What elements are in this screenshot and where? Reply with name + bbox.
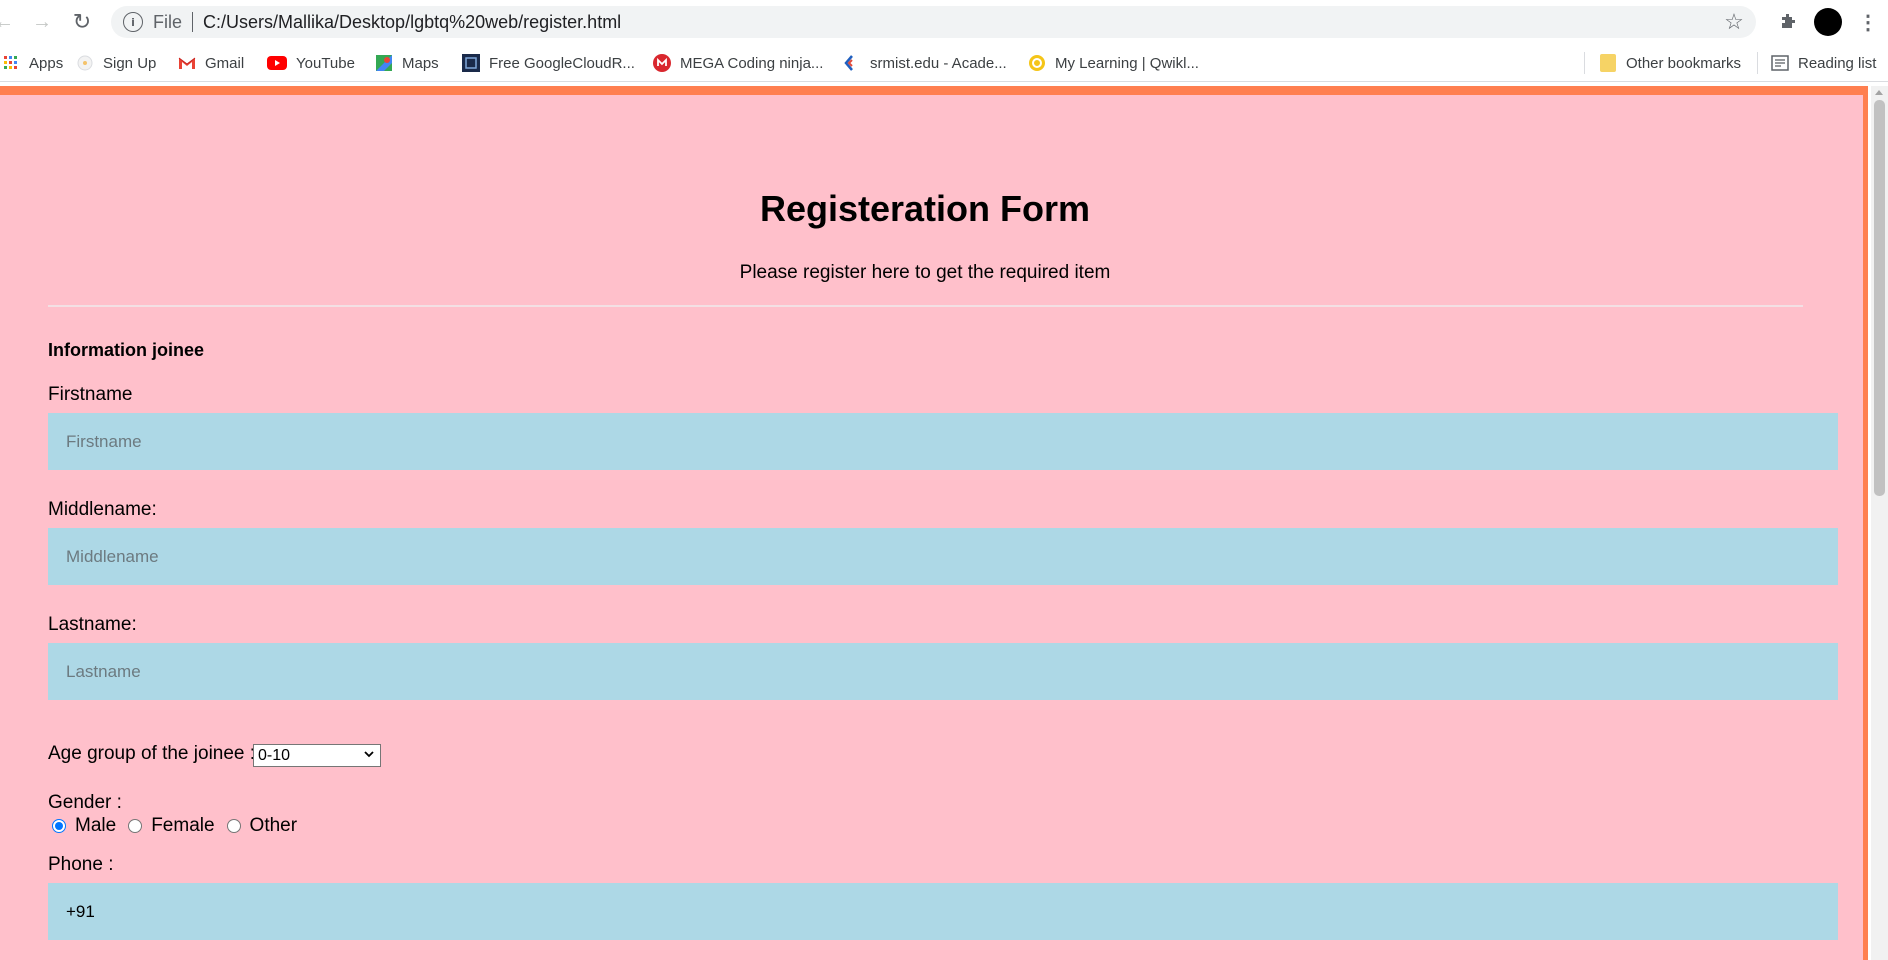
gender-radio-group: Male Female Other [52, 815, 309, 837]
apps-grid-icon [2, 54, 20, 72]
page-scrollbar[interactable] [1871, 86, 1888, 960]
browser-toolbar: ← → ↻ i File C:/Users/Mallika/Desktop/lg… [0, 0, 1888, 44]
gender-option-label: Female [151, 815, 215, 836]
reading-list[interactable]: Reading list [1771, 48, 1876, 78]
bookmark-sign-up[interactable]: Sign Up [76, 48, 156, 78]
extensions-icon[interactable] [1772, 6, 1804, 38]
bookmark-gmail[interactable]: Gmail [178, 48, 244, 78]
reading-list-label: Reading list [1798, 54, 1877, 72]
bookmarks-bar: Apps Sign Up Gmail YouTube Maps Free Goo… [0, 44, 1888, 82]
reload-icon[interactable]: ↻ [66, 6, 98, 38]
gender-radio-other[interactable] [226, 819, 241, 833]
bookmark-label: srmist.edu - Acade... [870, 54, 1007, 72]
age-group-select[interactable]: 0-10 [253, 744, 381, 767]
bookmark-qwiklabs[interactable]: My Learning | Qwikl... [1028, 48, 1199, 78]
bookmark-maps[interactable]: Maps [375, 48, 439, 78]
folder-icon [1599, 54, 1617, 72]
bookmarks-divider [1757, 52, 1758, 74]
bookmark-label: MEGA Coding ninja... [680, 54, 824, 72]
bookmark-label: Free GoogleCloudR... [489, 54, 635, 72]
mega-icon [653, 54, 671, 72]
info-icon[interactable]: i [123, 12, 143, 32]
forward-icon[interactable]: → [26, 6, 58, 38]
lastname-input[interactable] [48, 643, 1838, 700]
address-bar[interactable]: i File C:/Users/Mallika/Desktop/lgbtq%20… [111, 6, 1756, 38]
bookmark-label: YouTube [296, 54, 355, 72]
omnibox-separator [192, 12, 194, 32]
middlename-label: Middlename: [48, 499, 157, 520]
age-group-value: 0-10 [258, 746, 291, 764]
middlename-input[interactable] [48, 528, 1838, 585]
page-title: Registeration Form [759, 188, 1091, 229]
firstname-input[interactable] [48, 413, 1838, 470]
cloud-badge-icon [462, 54, 480, 72]
phone-label: Phone : [48, 854, 114, 875]
bookmark-google-cloud[interactable]: Free GoogleCloudR... [462, 48, 635, 78]
chevron-down-icon [363, 748, 375, 763]
bookmark-other[interactable]: Other bookmarks [1599, 48, 1741, 78]
bookmark-apps[interactable]: Apps [2, 48, 63, 78]
bookmark-label: Apps [29, 54, 64, 72]
phone-input[interactable] [48, 883, 1838, 940]
lastname-label: Lastname: [48, 614, 137, 635]
scrollbar-thumb[interactable] [1874, 100, 1885, 496]
profile-avatar[interactable] [1812, 6, 1844, 38]
qwiklabs-icon [1028, 54, 1046, 72]
maps-icon [375, 54, 393, 72]
menu-icon[interactable]: ⋮ [1852, 6, 1884, 38]
divider [48, 305, 1803, 307]
bookmarks-divider [1584, 52, 1585, 74]
bookmark-label: Gmail [205, 54, 245, 72]
gender-option-label: Male [75, 815, 117, 836]
back-icon[interactable]: ← [0, 6, 20, 38]
section-heading: Information joinee [48, 340, 205, 360]
url-text[interactable]: C:/Users/Mallika/Desktop/lgbtq%20web/reg… [203, 12, 621, 33]
file-label: File [153, 11, 183, 32]
srmist-icon [843, 54, 861, 72]
page-subtitle: Please register here to get the required… [739, 262, 1111, 283]
scroll-up-arrow-icon[interactable] [1875, 90, 1883, 95]
gender-option-label: Other [249, 815, 298, 836]
youtube-icon [267, 54, 287, 72]
age-group-label: Age group of the joinee : [48, 743, 256, 764]
bookmark-label: Sign Up [103, 54, 157, 72]
gender-radio-female[interactable] [128, 819, 143, 833]
bookmark-label: Maps [402, 54, 439, 72]
bookmark-label: Other bookmarks [1626, 54, 1742, 72]
firstname-label: Firstname [48, 384, 133, 405]
bookmark-youtube[interactable]: YouTube [267, 48, 355, 78]
bookmark-star-icon[interactable]: ☆ [1722, 10, 1746, 34]
gmail-icon [178, 54, 196, 72]
page-viewport: Registeration Form Please register here … [0, 86, 1868, 960]
gender-label: Gender : [48, 792, 122, 813]
reading-list-icon [1771, 54, 1789, 72]
gender-radio-male[interactable] [52, 819, 66, 833]
globe-icon [76, 54, 94, 72]
registration-page: Registeration Form Please register here … [0, 95, 1863, 960]
bookmark-mega[interactable]: MEGA Coding ninja... [653, 48, 823, 78]
bookmark-srmist[interactable]: srmist.edu - Acade... [843, 48, 1007, 78]
bookmark-label: My Learning | Qwikl... [1055, 54, 1199, 72]
